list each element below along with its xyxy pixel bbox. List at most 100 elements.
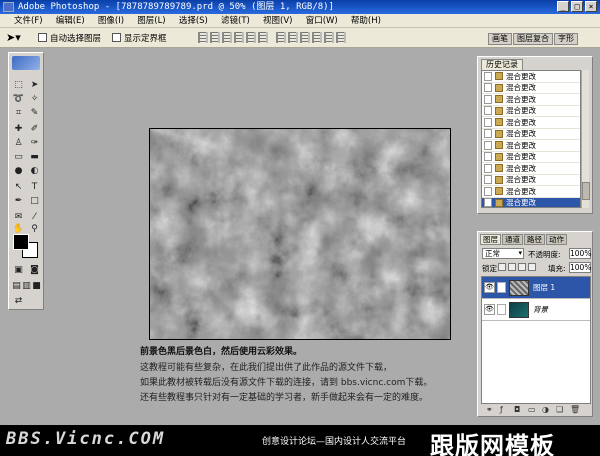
slice-tool-icon[interactable]: ✎ [28,108,41,119]
history-item[interactable]: 混合更改 [482,117,580,129]
history-item[interactable]: 混合更改 [482,71,580,83]
lock-transparency-icon[interactable] [498,263,506,271]
history-scrollbar[interactable] [581,70,590,208]
layer-row[interactable]: 👁 背景 [482,299,590,321]
show-bounds-checkbox[interactable] [112,33,121,42]
screen-mode-full-icon[interactable]: ■ [30,281,43,292]
align-bottom-icon[interactable] [222,32,232,43]
distribute-top-icon[interactable] [276,32,286,43]
standard-mode-icon[interactable]: ▣ [12,265,25,276]
menu-help[interactable]: 帮助(H) [346,14,386,27]
history-brush-source-box[interactable] [484,140,492,150]
history-brush-source-box[interactable] [484,94,492,104]
shape-tool-icon[interactable]: □ [28,196,41,207]
history-brush-source-box[interactable] [484,71,492,81]
maximize-button[interactable]: □ [571,1,583,12]
history-brush-source-box[interactable] [484,117,492,127]
marquee-tool-icon[interactable]: ⬚ [12,80,25,91]
minimize-button[interactable]: _ [557,1,569,12]
pen-tool-icon[interactable]: ✒ [12,196,25,207]
align-middle-icon[interactable] [210,32,220,43]
eye-icon[interactable]: 👁 [484,282,495,293]
history-item[interactable]: 混合更改 [482,140,580,152]
lock-all-icon[interactable] [528,263,536,271]
trash-icon[interactable]: 🗑 [570,406,580,414]
lasso-tool-icon[interactable]: ➰ [12,94,25,105]
tab-brushes[interactable]: 画笔 [488,33,512,45]
auto-select-checkbox[interactable] [38,33,47,42]
align-top-icon[interactable] [198,32,208,43]
photoshop-feather-icon[interactable] [12,56,40,70]
align-center-icon[interactable] [246,32,256,43]
link-icon[interactable] [497,304,506,315]
history-brush-source-box[interactable] [484,129,492,139]
eraser-tool-icon[interactable]: ▭ [12,152,25,163]
tab-glyphs[interactable]: 字形 [554,33,578,45]
move-tool-icon[interactable]: ➤▾ [6,31,21,44]
tab-layer-comps[interactable]: 图层复合 [513,33,553,45]
history-item[interactable]: 混合更改 [482,106,580,117]
history-item[interactable]: 混合更改 [482,163,580,175]
distribute-right-icon[interactable] [336,32,346,43]
menu-select[interactable]: 选择(S) [174,14,213,27]
opacity-input[interactable]: 100% [569,248,591,259]
link-layers-icon[interactable]: ⚭ [486,406,494,414]
path-select-icon[interactable]: ↖ [12,182,25,193]
clone-stamp-icon[interactable]: ♙ [12,138,25,149]
history-item[interactable]: 混合更改 [482,94,580,106]
history-item[interactable]: 混合更改 [482,175,580,186]
layer-mask-icon[interactable]: ◘ [514,406,522,414]
layer-style-icon[interactable]: ƒ [500,406,508,414]
new-set-icon[interactable]: ▭ [528,406,536,414]
fill-input[interactable]: 100% [569,262,591,273]
eyedropper-icon[interactable]: ⁄ [28,212,41,223]
menu-view[interactable]: 视图(V) [258,14,297,27]
menu-filter[interactable]: 滤镜(T) [216,14,255,27]
new-layer-icon[interactable]: ❏ [556,406,564,414]
notes-tool-icon[interactable]: ✉ [12,212,25,223]
history-brush-source-box[interactable] [484,186,492,196]
menu-window[interactable]: 窗口(W) [301,14,343,27]
distribute-middle-icon[interactable] [288,32,298,43]
distribute-left-icon[interactable] [312,32,322,43]
history-item[interactable]: 混合更改 [482,129,580,140]
history-brush-icon[interactable]: ✑ [28,138,41,149]
tab-history[interactable]: 历史记录 [481,59,523,70]
document-canvas[interactable] [149,128,451,340]
history-item[interactable]: 混合更改 [482,186,580,198]
tab-actions[interactable]: 动作 [546,234,567,245]
history-brush-source-box[interactable] [484,198,492,207]
align-left-icon[interactable] [234,32,244,43]
history-item[interactable]: 混合更改 [482,83,580,94]
history-scroll-thumb[interactable] [582,182,590,200]
align-right-icon[interactable] [258,32,268,43]
history-brush-source-box[interactable] [484,175,492,185]
history-brush-source-box[interactable] [484,163,492,173]
distribute-bottom-icon[interactable] [300,32,310,43]
link-icon[interactable] [497,282,506,293]
eye-icon[interactable]: 👁 [484,304,495,315]
history-brush-source-box[interactable] [484,152,492,162]
tab-paths[interactable]: 路径 [524,234,545,245]
brush-tool-icon[interactable]: ✐ [28,124,41,135]
blur-tool-icon[interactable]: ● [12,166,25,177]
adjustment-layer-icon[interactable]: ◑ [542,406,550,414]
menu-layer[interactable]: 图层(L) [132,14,170,27]
lock-pixels-icon[interactable] [508,263,516,271]
history-brush-source-box[interactable] [484,106,492,116]
healing-brush-icon[interactable]: ✚ [12,124,25,135]
menu-image[interactable]: 图像(I) [93,14,129,27]
tab-channels[interactable]: 通道 [502,234,523,245]
jump-to-imageready-icon[interactable]: ⇄ [12,296,25,307]
menu-file[interactable]: 文件(F) [0,14,48,27]
distribute-center-icon[interactable] [324,32,334,43]
blend-mode-select[interactable]: 正常 [482,248,524,259]
dodge-tool-icon[interactable]: ◐ [28,166,41,177]
zoom-tool-icon[interactable]: ⚲ [28,224,41,235]
foreground-color-swatch[interactable] [13,234,29,250]
tab-layers[interactable]: 图层 [480,234,501,245]
menu-edit[interactable]: 编辑(E) [51,14,90,27]
crop-tool-icon[interactable]: ⌗ [12,108,25,119]
layer-row[interactable]: 👁 图层 1 [482,277,590,299]
magic-wand-icon[interactable]: ✧ [28,94,41,105]
